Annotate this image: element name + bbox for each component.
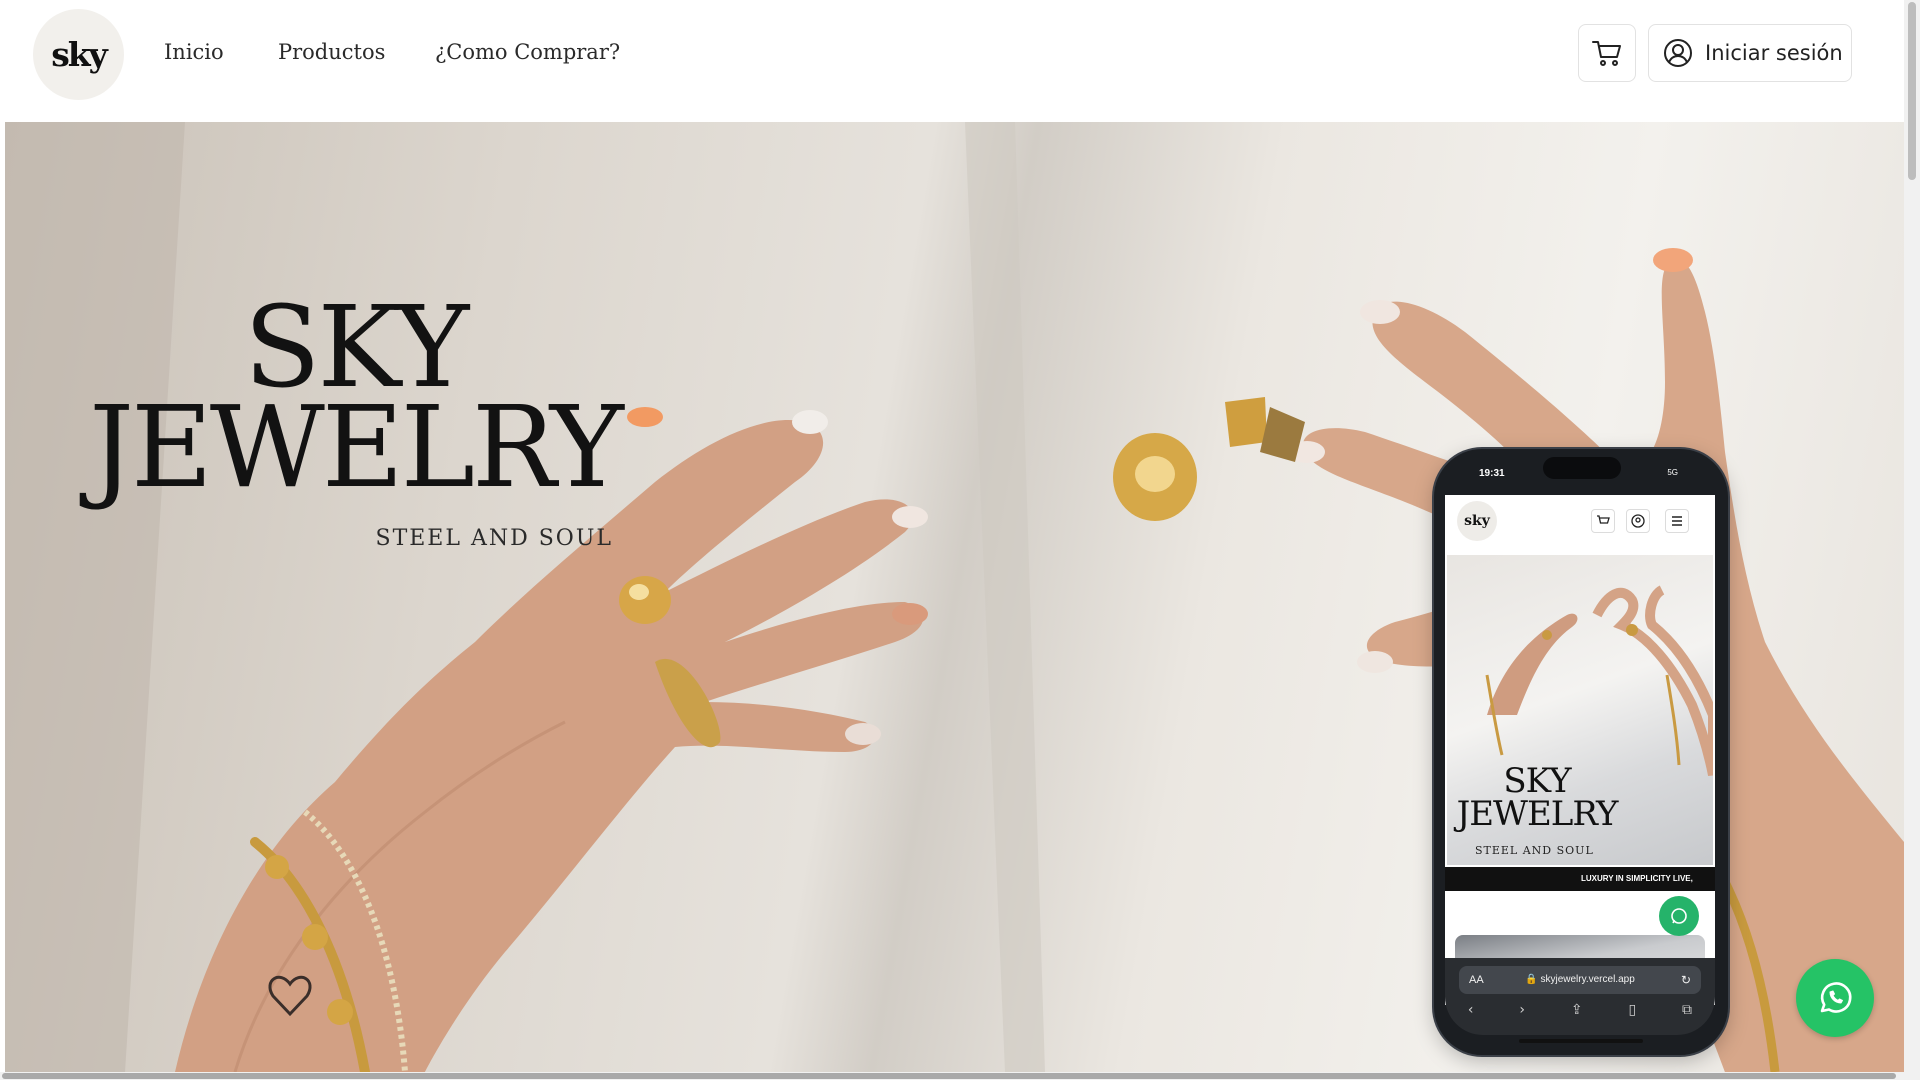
hero-tagline: STEEL AND SOUL bbox=[375, 526, 613, 551]
phone-bookmarks-icon: ▯ bbox=[1628, 1002, 1637, 1018]
cart-icon bbox=[1592, 41, 1621, 66]
phone-title-line2: JEWELRY bbox=[1456, 794, 1619, 834]
phone-time: 19:31 bbox=[1479, 468, 1505, 479]
phone-back-icon: ‹ bbox=[1467, 1002, 1474, 1018]
phone-browser-bar: AA 🔒 skyjewelry.vercel.app ↻ ‹ › ⇪ ▯ ⧉ bbox=[1445, 958, 1715, 1035]
phone-share-icon: ⇪ bbox=[1570, 1002, 1583, 1018]
phone-whatsapp-icon bbox=[1659, 896, 1699, 936]
phone-url-value: skyjewelry.vercel.app bbox=[1540, 974, 1635, 985]
logo-text: sky bbox=[51, 35, 108, 74]
phone-mockup: 19:31 5G sky SKY JEWELRY STEEL AND SOUL … bbox=[1434, 449, 1728, 1055]
whatsapp-button[interactable] bbox=[1796, 959, 1874, 1037]
horizontal-scroll-thumb[interactable] bbox=[2, 1073, 1896, 1079]
phone-tabs-icon: ⧉ bbox=[1682, 1002, 1693, 1018]
nav-como-comprar[interactable]: ¿Como Comprar? bbox=[435, 40, 620, 64]
nav-productos[interactable]: Productos bbox=[278, 40, 385, 64]
phone-marquee-text: LUXURY IN SIMPLICITY LIVE, bbox=[1581, 874, 1693, 883]
vertical-scroll-thumb[interactable] bbox=[1908, 2, 1916, 180]
nav-inicio[interactable]: Inicio bbox=[164, 40, 224, 64]
horizontal-scrollbar[interactable] bbox=[0, 1072, 1904, 1080]
phone-forward-icon: › bbox=[1519, 1002, 1525, 1018]
phone-notch bbox=[1543, 457, 1621, 479]
phone-home-indicator bbox=[1519, 1039, 1643, 1043]
phone-hero: SKY JEWELRY STEEL AND SOUL bbox=[1447, 555, 1713, 865]
phone-site-header: sky bbox=[1445, 495, 1715, 553]
site-header: sky Inicio Productos ¿Como Comprar? Inic… bbox=[0, 0, 1904, 122]
phone-menu-icon bbox=[1665, 509, 1689, 533]
phone-logo-text: sky bbox=[1464, 513, 1490, 529]
phone-marquee-banner: LUXURY IN SIMPLICITY LIVE, bbox=[1445, 867, 1715, 891]
whatsapp-icon bbox=[1820, 982, 1852, 1013]
phone-logo: sky bbox=[1457, 501, 1497, 541]
hero-brand-title: SKY JEWELRY bbox=[85, 292, 625, 513]
login-label: Iniciar sesión bbox=[1705, 41, 1843, 65]
phone-reload-icon: ↻ bbox=[1680, 973, 1691, 987]
phone-url-text: 🔒 skyjewelry.vercel.app bbox=[1525, 974, 1635, 985]
hero-title-line2: JEWELRY bbox=[89, 383, 624, 513]
phone-tagline: STEEL AND SOUL bbox=[1475, 844, 1594, 857]
phone-user-icon bbox=[1626, 509, 1650, 533]
phone-url-bar: AA 🔒 skyjewelry.vercel.app ↻ bbox=[1459, 966, 1701, 994]
phone-screen: sky SKY JEWELRY STEEL AND SOUL LUXURY IN… bbox=[1445, 495, 1715, 1005]
phone-signal: 5G bbox=[1667, 468, 1678, 477]
phone-hero-title: SKY JEWELRY bbox=[1447, 764, 1627, 834]
phone-cart-icon bbox=[1591, 509, 1615, 533]
vertical-scrollbar[interactable] bbox=[1904, 0, 1920, 1080]
user-circle-icon bbox=[1664, 39, 1692, 67]
cart-button[interactable] bbox=[1578, 24, 1636, 82]
logo[interactable]: sky bbox=[33, 9, 124, 100]
login-button[interactable]: Iniciar sesión bbox=[1648, 24, 1852, 82]
phone-browser-toolbar: ‹ › ⇪ ▯ ⧉ bbox=[1445, 1002, 1715, 1024]
